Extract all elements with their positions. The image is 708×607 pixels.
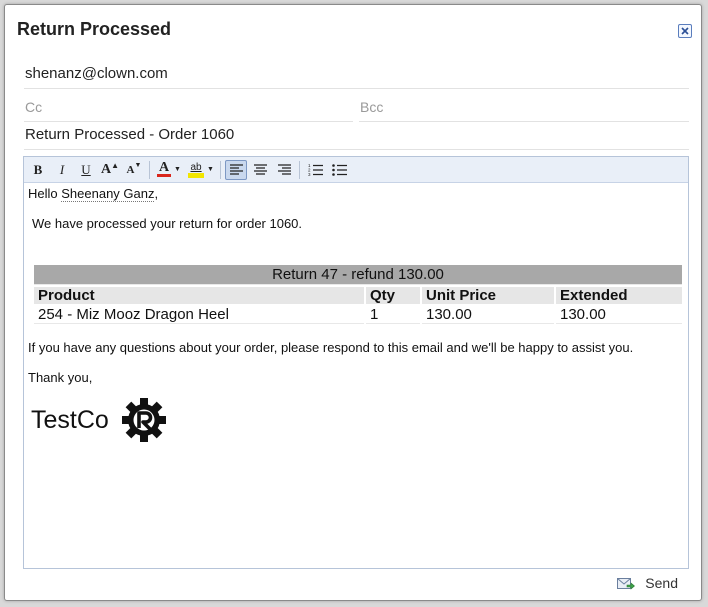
font-color-icon: A [157, 160, 172, 177]
increase-font-button[interactable]: A ▲ [99, 160, 121, 180]
cc-field[interactable]: Cc [24, 96, 353, 122]
table-row: 254 - Miz Mooz Dragon Heel 1 130.00 130.… [34, 306, 682, 324]
message-body[interactable]: Hello Sheenany Ganz, We have processed y… [24, 183, 688, 446]
dialog-title: Return Processed [17, 19, 172, 39]
send-label: Send [645, 575, 678, 591]
send-mail-icon [617, 578, 636, 590]
gear-logo-icon [121, 398, 166, 442]
column-header-product: Product [34, 287, 364, 304]
toolbar-separator [299, 160, 300, 179]
signature-text: TestCo [31, 405, 109, 434]
align-right-button[interactable] [273, 160, 295, 180]
numbered-list-button[interactable]: 1 2 3 [304, 160, 326, 180]
svg-text:3: 3 [308, 172, 311, 176]
message-editor[interactable]: B I U A ▲ A ▼ A ▼ ab ▼ 1 2 3 Hello Sheen… [23, 156, 689, 569]
dropdown-arrow-icon: ▼ [207, 166, 214, 173]
highlight-icon: ab [188, 162, 205, 178]
italic-icon: I [59, 161, 65, 177]
decrease-font-button[interactable]: A ▼ [123, 160, 145, 180]
body-text: We have processed your return for order … [32, 216, 303, 231]
to-field[interactable]: shenanz@clown.com [24, 63, 689, 89]
bold-icon: B [33, 161, 43, 177]
close-icon [681, 27, 689, 35]
highlight-color-button[interactable]: ab ▼ [186, 160, 216, 180]
toolbar-separator [220, 160, 221, 179]
column-header-extended: Extended [556, 287, 682, 304]
align-left-button[interactable] [225, 159, 247, 180]
align-center-button[interactable] [249, 160, 271, 180]
bullet-list-button[interactable] [328, 160, 350, 180]
align-center-icon [253, 164, 267, 175]
align-right-icon [277, 164, 291, 175]
cell-product: 254 - Miz Mooz Dragon Heel [34, 306, 364, 324]
decrease-font-icon: A [126, 163, 135, 176]
cell-qty: 1 [366, 306, 420, 324]
email-dialog: Return Processed shenanz@clown.com Cc Bc… [4, 4, 702, 601]
signature: TestCo [31, 397, 684, 443]
return-table: Return 47 - refund 130.00 Product Qty Un… [32, 263, 684, 326]
numbered-list-icon: 1 2 3 [308, 163, 323, 176]
column-header-qty: Qty [366, 287, 420, 304]
underline-button[interactable]: U [75, 160, 97, 180]
bold-button[interactable]: B [27, 160, 49, 180]
bcc-field[interactable]: Bcc [359, 96, 689, 122]
cell-unit-price: 130.00 [422, 306, 554, 324]
subject-field[interactable]: Return Processed - Order 1060 [24, 124, 689, 150]
thanks-text: Thank you, [28, 370, 93, 385]
font-color-button[interactable]: A ▼ [154, 160, 184, 180]
increase-font-icon: A [100, 161, 112, 177]
underline-icon: U [81, 161, 91, 177]
italic-button[interactable]: I [51, 160, 73, 180]
toolbar-separator [149, 160, 150, 179]
align-left-icon [229, 164, 243, 175]
column-header-unit-price: Unit Price [422, 287, 554, 304]
send-button[interactable]: Send [617, 575, 678, 591]
customer-name: Sheenany Ganz [61, 186, 155, 202]
table-header-row: Product Qty Unit Price Extended [34, 287, 682, 304]
formatting-toolbar: B I U A ▲ A ▼ A ▼ ab ▼ 1 2 3 [24, 157, 688, 183]
bullet-list-icon [331, 164, 347, 176]
close-button[interactable] [678, 24, 692, 38]
cell-extended: 130.00 [556, 306, 682, 324]
greeting: Hello Sheenany Ganz, [28, 186, 159, 202]
dropdown-arrow-icon: ▼ [174, 166, 181, 173]
questions-text: If you have any questions about your ord… [28, 340, 634, 355]
return-table-title: Return 47 - refund 130.00 [34, 265, 682, 285]
